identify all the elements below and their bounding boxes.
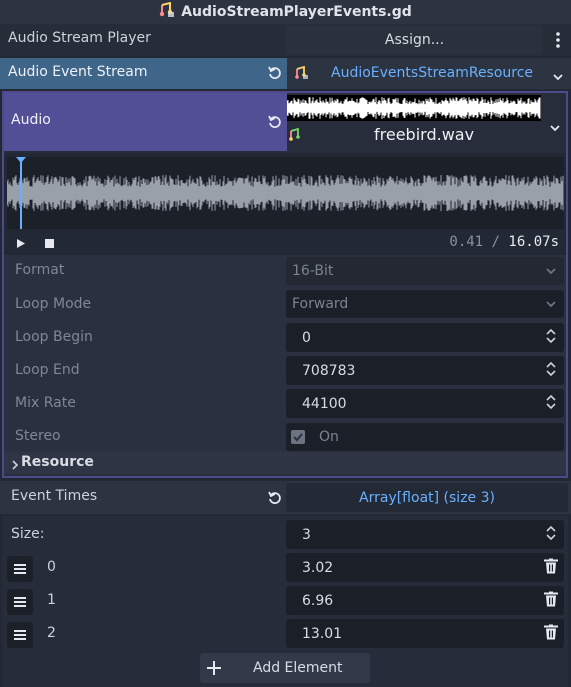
- stop-icon: [44, 238, 54, 248]
- audio-waveform-thumbnail: [286, 95, 541, 121]
- loop-end-spinbox[interactable]: 708783: [286, 356, 564, 385]
- stereo-value: On: [319, 429, 339, 445]
- assign-button[interactable]: Assign...: [286, 25, 543, 55]
- loop-end-label: Loop End: [15, 362, 80, 378]
- loop-mode-value: Forward: [292, 296, 349, 312]
- revert-icon[interactable]: [268, 491, 282, 509]
- stop-button[interactable]: [40, 234, 58, 252]
- mix-rate-spinbox[interactable]: 44100: [286, 389, 564, 418]
- loop-end-value: 708783: [302, 362, 356, 379]
- audio-resource-picker[interactable]: freebird.wav: [286, 93, 566, 151]
- add-element-button[interactable]: Add Element: [200, 653, 370, 683]
- trash-icon[interactable]: [544, 591, 558, 610]
- play-button[interactable]: [12, 234, 30, 252]
- chevron-down-icon[interactable]: [550, 120, 560, 136]
- array-item-index: 2: [47, 625, 56, 641]
- audio-script-icon: [159, 1, 175, 22]
- audio-resource-icon: [295, 65, 309, 84]
- play-icon: [17, 238, 25, 248]
- revert-icon[interactable]: [268, 66, 282, 84]
- audio-event-stream-resource[interactable]: AudioEventsStreamResource: [287, 58, 571, 89]
- array-item-index: 1: [47, 592, 56, 608]
- audio-stream-player-label: Audio Stream Player: [8, 30, 151, 46]
- audio-event-stream-label: Audio Event Stream: [8, 64, 148, 80]
- drag-handle[interactable]: [7, 556, 33, 582]
- event-times-array-button[interactable]: Array[float] (size 3): [286, 483, 568, 512]
- plus-icon: [207, 661, 221, 675]
- drag-handle-icon: [14, 630, 26, 640]
- chevron-right-icon: [12, 458, 19, 474]
- loop-mode-select[interactable]: Forward: [286, 290, 564, 318]
- trash-icon[interactable]: [544, 558, 558, 577]
- array-item-value: 6.96: [302, 592, 334, 609]
- trash-icon[interactable]: [544, 624, 558, 643]
- array-item-value-field[interactable]: 13.01: [286, 619, 564, 648]
- format-select[interactable]: 16-Bit: [286, 257, 564, 285]
- array-item-value: 13.01: [302, 625, 343, 642]
- drag-handle[interactable]: [7, 589, 33, 615]
- array-size-spinbox[interactable]: 3: [286, 520, 564, 549]
- array-size-label: Size:: [11, 526, 45, 542]
- playback-total: 16.07s: [508, 234, 559, 250]
- revert-icon[interactable]: [268, 115, 282, 133]
- kebab-menu-icon: [556, 32, 560, 48]
- array-item-value: 3.02: [302, 559, 334, 576]
- format-value: 16-Bit: [292, 263, 334, 279]
- spinner-arrows-icon[interactable]: [546, 525, 556, 544]
- chevron-down-icon: [546, 296, 556, 312]
- event-times-label: Event Times: [11, 488, 98, 504]
- chevron-down-icon: [546, 263, 556, 279]
- playhead-marker: [16, 157, 26, 163]
- add-element-label: Add Element: [253, 660, 343, 676]
- spinner-arrows-icon[interactable]: [546, 394, 556, 413]
- audio-waveform[interactable]: [6, 157, 564, 229]
- spinner-arrows-icon[interactable]: [546, 361, 556, 380]
- audio-event-stream-row: Audio Event Stream AudioEventsStreamReso…: [0, 58, 571, 89]
- mix-rate-label: Mix Rate: [15, 395, 76, 411]
- playback-separator: /: [491, 234, 500, 250]
- loop-begin-value: 0: [302, 329, 311, 346]
- more-options-button[interactable]: [547, 28, 569, 52]
- audio-file-name: freebird.wav: [374, 125, 475, 144]
- title-bar: AudioStreamPlayerEvents.gd: [0, 0, 571, 24]
- playback-current: 0.41: [449, 234, 484, 250]
- format-label: Format: [15, 262, 65, 278]
- drag-handle-icon: [14, 597, 26, 607]
- assign-label: Assign...: [384, 32, 445, 48]
- array-item-value-field[interactable]: 6.96: [286, 586, 564, 615]
- loop-begin-label: Loop Begin: [15, 329, 93, 345]
- loop-mode-label: Loop Mode: [15, 296, 92, 312]
- drag-handle-icon: [14, 564, 26, 574]
- loop-begin-spinbox[interactable]: 0: [286, 323, 564, 352]
- checkbox-checked-icon: [291, 430, 305, 444]
- stereo-label: Stereo: [15, 428, 61, 444]
- array-item-index: 0: [47, 559, 56, 575]
- resource-section-header[interactable]: Resource: [4, 452, 566, 474]
- audio-event-stream-resource-name: AudioEventsStreamResource: [331, 65, 534, 81]
- chevron-down-icon[interactable]: [553, 69, 563, 85]
- stereo-checkbox[interactable]: On: [286, 423, 564, 451]
- array-item-value-field[interactable]: 3.02: [286, 553, 564, 582]
- audio-file-icon: [289, 127, 303, 146]
- audio-stream-player-row: Audio Stream Player Assign...: [0, 24, 571, 56]
- event-times-array-type: Array[float] (size 3): [359, 489, 495, 506]
- playback-time: 0.41 / 16.07s: [449, 234, 559, 250]
- spinner-arrows-icon[interactable]: [546, 328, 556, 347]
- page-title: AudioStreamPlayerEvents.gd: [181, 4, 412, 20]
- mix-rate-value: 44100: [302, 395, 347, 412]
- array-size-value: 3: [302, 526, 311, 543]
- drag-handle[interactable]: [7, 622, 33, 648]
- audio-label: Audio: [11, 112, 51, 128]
- resource-section-label: Resource: [21, 454, 94, 470]
